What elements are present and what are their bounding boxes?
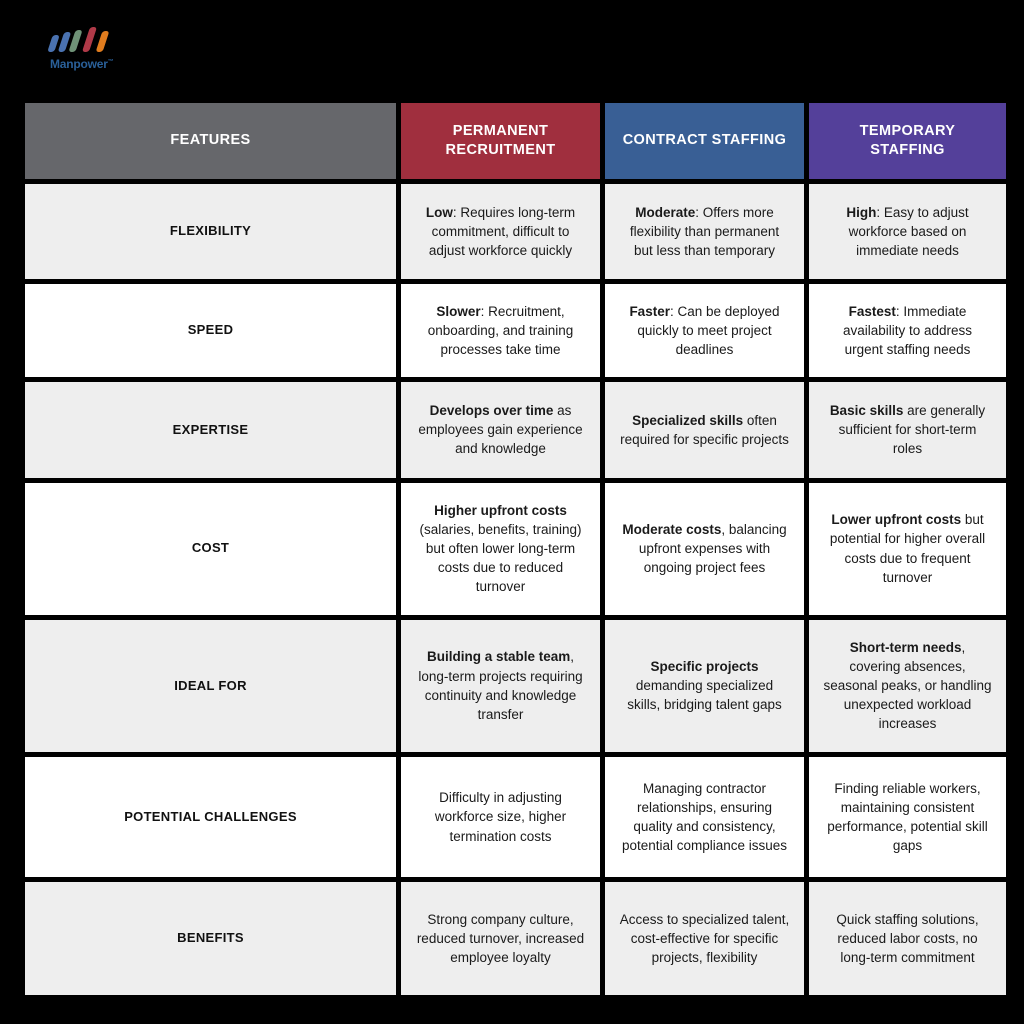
cell-ideal-for-permanent: Building a stable team, long-term projec…	[401, 619, 600, 752]
cell-body-text: Strong company culture, reduced turnover…	[416, 911, 585, 966]
cell-benefits-contract: Access to specialized talent, cost-effec…	[605, 882, 804, 995]
comparison-table: FEATURES PERMANENT RECRUITMENT CONTRACT ST…	[25, 103, 1006, 995]
cell-lead-text: Lower upfront costs	[831, 512, 962, 528]
row-label-speed: SPEED	[25, 284, 396, 378]
row-label-flexibility: FLEXIBILITY	[25, 183, 396, 280]
cell-lead-text: Specific projects	[650, 658, 759, 674]
cell-speed-contract: Faster: Can be deployed quickly to meet …	[605, 284, 804, 378]
cell-flexibility-permanent: Low: Requires long-term commitment, diff…	[401, 183, 600, 280]
cell-lead-text: Fastest	[848, 303, 896, 319]
table-row: SPEED Slower: Recruitment, onboarding, an…	[25, 284, 1006, 378]
cell-lead-text: Moderate	[635, 204, 696, 220]
cell-ideal-for-contract: Specific projects demanding specialized …	[605, 619, 804, 752]
row-label-ideal-for: IDEAL FOR	[25, 619, 396, 752]
cell-lead-text: Faster	[629, 303, 670, 319]
row-label-potential-challenges: POTENTIAL CHALLENGES	[25, 756, 396, 878]
cell-potential-challenges-permanent: Difficulty in adjusting workforce size, …	[401, 756, 600, 878]
cell-body-text: Managing contractor relationships, ensur…	[621, 780, 788, 854]
cell-lead-text: High	[846, 204, 877, 220]
cell-body-text: Access to specialized talent, cost-effec…	[619, 911, 790, 966]
row-label-cost: COST	[25, 482, 396, 615]
header-cell-temporary-staffing: TEMPORARY STAFFING	[809, 103, 1006, 179]
trademark-icon: ™	[107, 59, 114, 65]
cell-lead-text: Building a stable team	[426, 649, 571, 665]
cell-speed-temporary: Fastest: Immediate availability to addre…	[809, 284, 1006, 378]
cell-body-text: demanding specialized skills, bridging t…	[627, 678, 782, 713]
row-label-expertise: EXPERTISE	[25, 382, 396, 478]
cell-body-text: Difficulty in adjusting workforce size, …	[434, 790, 567, 844]
header-cell-features: FEATURES	[25, 103, 396, 179]
cell-cost-temporary: Lower upfront costs but potential for hi…	[809, 482, 1006, 615]
cell-expertise-temporary: Basic skills are generally sufficient fo…	[809, 382, 1006, 478]
table-row: FLEXIBILITY Low: Requires long-term commi…	[25, 183, 1006, 280]
cell-potential-challenges-temporary: Finding reliable workers, maintaining co…	[809, 756, 1006, 878]
manpower-wordmark-text: Manpower	[50, 57, 108, 71]
row-label-benefits: BENEFITS	[25, 882, 396, 995]
cell-expertise-permanent: Develops over time as employees gain exp…	[401, 382, 600, 478]
logo-bar-4	[81, 27, 98, 52]
cell-lead-text: Higher upfront costs	[434, 502, 567, 518]
table-row: POTENTIAL CHALLENGES Difficulty in adjust…	[25, 756, 1006, 878]
manpower-logo: Manpower™	[47, 25, 210, 80]
logo-bar-5	[95, 31, 110, 52]
cell-body-text: (salaries, benefits, training) but often…	[419, 521, 582, 595]
cell-cost-permanent: Higher upfront costs (salaries, benefits…	[401, 482, 600, 615]
manpower-wordmark: Manpower™	[50, 55, 114, 71]
cell-lead-text: Specialized skills	[632, 412, 744, 428]
cell-lead-text: Low	[425, 204, 453, 220]
cell-lead-text: Moderate costs	[622, 521, 722, 537]
table-row: COST Higher upfront costs (salaries, bene…	[25, 482, 1006, 615]
table-row: EXPERTISE Develops over time as employees…	[25, 382, 1006, 478]
header-cell-contract-staffing: CONTRACT STAFFING	[605, 103, 804, 179]
manpower-logo-icon	[47, 25, 118, 52]
cell-body-text: Finding reliable workers, maintaining co…	[827, 780, 988, 854]
cell-ideal-for-temporary: Short-term needs, covering absences, sea…	[809, 619, 1006, 752]
cell-benefits-permanent: Strong company culture, reduced turnover…	[401, 882, 600, 995]
table-row: IDEAL FOR Building a stable team, long-te…	[25, 619, 1006, 752]
cell-lead-text: Short-term needs	[849, 639, 962, 655]
cell-lead-text: Slower	[436, 303, 481, 319]
table-header-row: FEATURES PERMANENT RECRUITMENT CONTRACT ST…	[25, 103, 1006, 179]
cell-lead-text: Basic skills	[829, 403, 904, 419]
table-row: BENEFITS Strong company culture, reduced …	[25, 882, 1006, 995]
cell-cost-contract: Moderate costs, balancing upfront expens…	[605, 482, 804, 615]
cell-speed-permanent: Slower: Recruitment, onboarding, and tra…	[401, 284, 600, 378]
cell-expertise-contract: Specialized skills often required for sp…	[605, 382, 804, 478]
cell-potential-challenges-contract: Managing contractor relationships, ensur…	[605, 756, 804, 878]
cell-lead-text: Develops over time	[429, 403, 554, 419]
comparison-table-page: Manpower™ FEATURES PERMANENT RECRUITMENT C…	[0, 0, 1024, 1024]
cell-flexibility-contract: Moderate: Offers more flexibility than p…	[605, 183, 804, 280]
cell-benefits-temporary: Quick staffing solutions, reduced labor …	[809, 882, 1006, 995]
cell-body-text: Quick staffing solutions, reduced labor …	[836, 911, 979, 966]
header-cell-permanent-recruitment: PERMANENT RECRUITMENT	[401, 103, 600, 179]
cell-flexibility-temporary: High: Easy to adjust workforce based on …	[809, 183, 1006, 280]
